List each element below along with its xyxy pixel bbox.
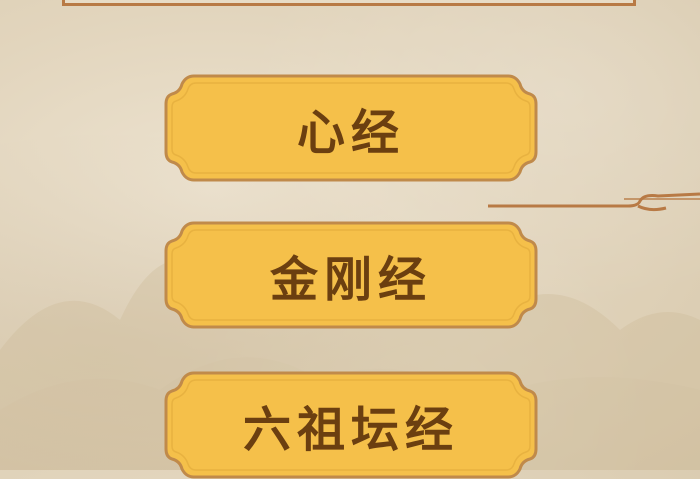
cloud-line-decoration <box>488 192 700 212</box>
button-label: 心经 <box>296 105 405 161</box>
top-panel-frame <box>62 0 636 6</box>
scripture-button-diamond-sutra[interactable]: 金刚经 <box>164 221 538 329</box>
scripture-button-platform-sutra[interactable]: 六祖坛经 <box>164 371 538 479</box>
button-label: 六祖坛经 <box>242 402 459 458</box>
scripture-button-heart-sutra[interactable]: 心经 <box>164 74 538 182</box>
button-label: 金刚经 <box>269 252 432 308</box>
